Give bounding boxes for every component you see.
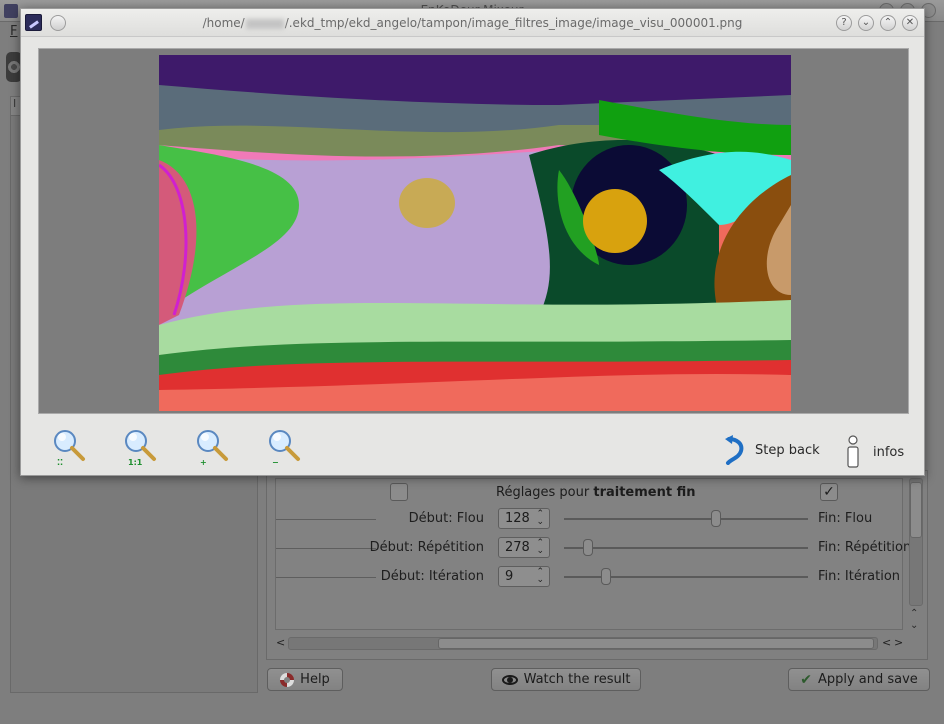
end-label: Fin: Itération xyxy=(818,569,901,584)
spin-arrows-icon[interactable]: ⌃ ⌄ xyxy=(536,568,544,585)
start-label: Début: Répétition xyxy=(369,540,484,555)
row-divider xyxy=(276,548,376,549)
end-label: Fin: Flou xyxy=(818,511,873,526)
slider-handle[interactable] xyxy=(601,568,612,585)
spin-arrows-icon[interactable]: ⌃ ⌄ xyxy=(536,539,544,556)
zoom-badge: − xyxy=(272,458,279,467)
dialog-controls: ? ⌄ ⌃ ✕ xyxy=(836,15,918,31)
apply-save-button[interactable]: ✔ Apply and save xyxy=(788,668,930,691)
vertical-scrollbar-thumb[interactable] xyxy=(910,482,922,538)
minimize-icon[interactable]: ⌄ xyxy=(858,15,874,31)
scroll-down-icon[interactable]: ⌄ xyxy=(910,620,918,631)
param-row-blur: Début: Flou 128 ⌃ ⌄ Fin: Flou xyxy=(276,508,906,530)
scroll-left-icon[interactable]: < xyxy=(276,636,285,649)
value-slider[interactable] xyxy=(564,518,808,520)
zoom-badge: ⁚⁚ xyxy=(57,458,63,467)
zoom-out-icon: − xyxy=(269,430,300,467)
zoom-original-icon: 1:1 xyxy=(125,430,156,467)
row-divider xyxy=(276,519,376,520)
fine-settings-label: Réglages pour traitement fin xyxy=(496,485,696,500)
zoom-out-button[interactable]: − xyxy=(266,427,306,467)
zoom-fit-button[interactable]: ⁚⁚ xyxy=(51,427,91,467)
end-label: Fin: Répétition xyxy=(818,540,912,555)
help-button[interactable]: Help xyxy=(267,668,343,691)
step-back-label: Step back xyxy=(755,442,820,458)
slider-handle[interactable] xyxy=(582,539,593,556)
param-row-repetition: Début: Répétition 278 ⌃ ⌄ Fin: Répétition xyxy=(276,537,911,559)
zoom-in-icon: + xyxy=(197,430,228,467)
scroll-left-end-icon[interactable]: < xyxy=(882,636,891,649)
close-icon[interactable]: ✕ xyxy=(902,15,918,31)
info-icon xyxy=(847,435,859,468)
dialog-titlebar: /home//.ekd_tmp/ekd_angelo/tampon/image_… xyxy=(21,9,924,37)
zoom-in-button[interactable]: + xyxy=(194,427,234,467)
value-spinbox[interactable]: 9 ⌃ ⌄ xyxy=(498,566,550,587)
start-label: Début: Itération xyxy=(380,569,484,584)
horizontal-scrollbar-thumb[interactable] xyxy=(438,638,874,649)
row-divider xyxy=(276,577,376,578)
preview-image xyxy=(159,55,791,411)
lifebuoy-icon xyxy=(280,672,295,687)
maximize-icon[interactable]: ⌃ xyxy=(880,15,896,31)
dialog-toolbar: ⁚⁚ 1:1 + − Step back infos xyxy=(21,419,924,475)
zoom-badge: 1:1 xyxy=(128,458,143,467)
undo-arrow-icon xyxy=(725,435,744,465)
value-slider[interactable] xyxy=(564,547,808,549)
watch-result-button[interactable]: Watch the result xyxy=(491,668,641,691)
infos-button[interactable]: infos xyxy=(845,435,904,469)
param-row-iteration: Début: Itération 9 ⌃ ⌄ Fin: Itération xyxy=(276,566,906,588)
image-preview-dialog: /home//.ekd_tmp/ekd_angelo/tampon/image_… xyxy=(20,8,925,476)
image-viewer[interactable] xyxy=(38,48,909,414)
slider-handle[interactable] xyxy=(711,510,722,527)
dialog-title: /home//.ekd_tmp/ekd_angelo/tampon/image_… xyxy=(202,16,743,30)
checkmark-icon: ✔ xyxy=(800,671,812,688)
menu-file[interactable]: F xyxy=(10,24,17,39)
value-spinbox[interactable]: 278 ⌃ ⌄ xyxy=(498,537,550,558)
value-spinbox[interactable]: 128 ⌃ ⌄ xyxy=(498,508,550,529)
zoom-fit-icon: ⁚⁚ xyxy=(54,430,85,467)
fine-settings-left-checkbox[interactable] xyxy=(390,483,408,501)
step-back-button[interactable]: Step back xyxy=(723,435,820,465)
horizontal-scrollbar[interactable]: < < > xyxy=(274,636,908,652)
start-label: Début: Flou xyxy=(408,511,484,526)
infos-label: infos xyxy=(873,444,905,460)
zoom-badge: + xyxy=(200,458,207,467)
scroll-up-icon[interactable]: ⌃ xyxy=(910,608,918,619)
fine-settings-row: Réglages pour traitement fin ✓ xyxy=(276,480,906,504)
spin-arrows-icon[interactable]: ⌃ ⌄ xyxy=(536,510,544,527)
help-icon[interactable]: ? xyxy=(836,15,852,31)
fine-settings-right-checkbox[interactable]: ✓ xyxy=(820,483,838,501)
zoom-original-button[interactable]: 1:1 xyxy=(122,427,162,467)
eye-icon xyxy=(501,674,518,685)
redacted-username xyxy=(245,18,284,29)
vertical-scrollbar[interactable]: ⌃ ⌄ xyxy=(907,478,925,638)
scroll-right-icon[interactable]: > xyxy=(894,636,903,649)
